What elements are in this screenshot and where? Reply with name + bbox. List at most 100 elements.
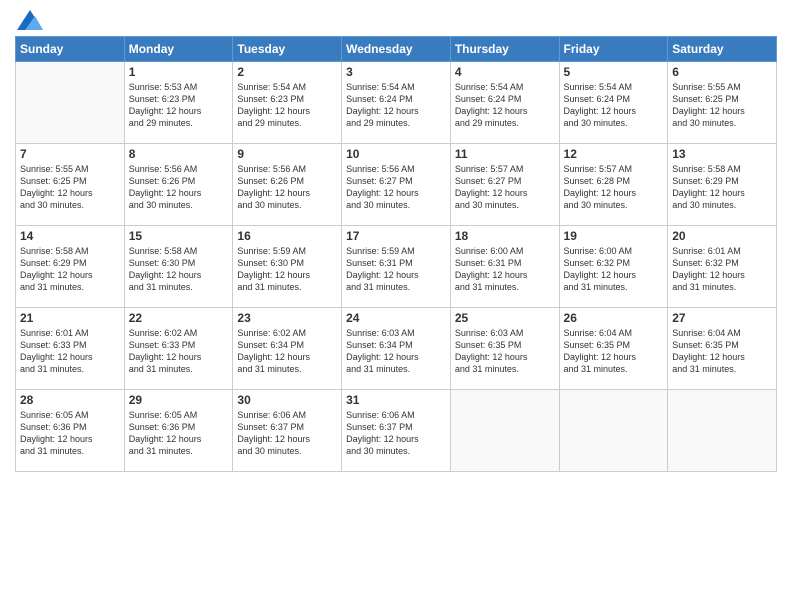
day-number: 1	[129, 65, 229, 79]
day-number: 10	[346, 147, 446, 161]
day-info: Sunrise: 6:01 AM Sunset: 6:33 PM Dayligh…	[20, 327, 120, 376]
day-info: Sunrise: 5:59 AM Sunset: 6:31 PM Dayligh…	[346, 245, 446, 294]
day-info: Sunrise: 6:05 AM Sunset: 6:36 PM Dayligh…	[129, 409, 229, 458]
day-number: 26	[564, 311, 664, 325]
day-number: 19	[564, 229, 664, 243]
day-info: Sunrise: 6:01 AM Sunset: 6:32 PM Dayligh…	[672, 245, 772, 294]
day-number: 3	[346, 65, 446, 79]
calendar-cell: 6 Sunrise: 5:55 AM Sunset: 6:25 PM Daylig…	[668, 62, 777, 144]
day-number: 6	[672, 65, 772, 79]
day-info: Sunrise: 6:05 AM Sunset: 6:36 PM Dayligh…	[20, 409, 120, 458]
day-number: 5	[564, 65, 664, 79]
day-header-thursday: Thursday	[450, 37, 559, 62]
day-info: Sunrise: 5:55 AM Sunset: 6:25 PM Dayligh…	[672, 81, 772, 130]
day-info: Sunrise: 5:59 AM Sunset: 6:30 PM Dayligh…	[237, 245, 337, 294]
day-number: 8	[129, 147, 229, 161]
day-number: 31	[346, 393, 446, 407]
day-number: 28	[20, 393, 120, 407]
calendar-cell: 12 Sunrise: 5:57 AM Sunset: 6:28 PM Dayli…	[559, 144, 668, 226]
day-info: Sunrise: 5:54 AM Sunset: 6:23 PM Dayligh…	[237, 81, 337, 130]
calendar-cell: 31 Sunrise: 6:06 AM Sunset: 6:37 PM Dayli…	[342, 390, 451, 472]
day-number: 23	[237, 311, 337, 325]
day-info: Sunrise: 5:54 AM Sunset: 6:24 PM Dayligh…	[564, 81, 664, 130]
day-header-monday: Monday	[124, 37, 233, 62]
calendar-cell: 21 Sunrise: 6:01 AM Sunset: 6:33 PM Dayli…	[16, 308, 125, 390]
calendar-cell: 10Sunrise: 5:56 AM Sunset: 6:27 PM Dayli…	[342, 144, 451, 226]
calendar-cell: 19Sunrise: 6:00 AM Sunset: 6:32 PM Dayli…	[559, 226, 668, 308]
header	[15, 10, 777, 30]
day-number: 21	[20, 311, 120, 325]
day-info: Sunrise: 5:58 AM Sunset: 6:29 PM Dayligh…	[20, 245, 120, 294]
calendar-cell: 29 Sunrise: 6:05 AM Sunset: 6:36 PM Dayli…	[124, 390, 233, 472]
calendar-cell: 5 Sunrise: 5:54 AM Sunset: 6:24 PM Daylig…	[559, 62, 668, 144]
calendar-cell: 17 Sunrise: 5:59 AM Sunset: 6:31 PM Dayli…	[342, 226, 451, 308]
day-info: Sunrise: 6:00 AM Sunset: 6:31 PM Dayligh…	[455, 245, 555, 294]
calendar-cell	[559, 390, 668, 472]
week-row-5: 28 Sunrise: 6:05 AM Sunset: 6:36 PM Dayli…	[16, 390, 777, 472]
day-info: Sunrise: 5:58 AM Sunset: 6:29 PM Dayligh…	[672, 163, 772, 212]
day-header-friday: Friday	[559, 37, 668, 62]
day-info: Sunrise: 6:02 AM Sunset: 6:33 PM Dayligh…	[129, 327, 229, 376]
day-info: Sunrise: 6:02 AM Sunset: 6:34 PM Dayligh…	[237, 327, 337, 376]
day-info: Sunrise: 5:57 AM Sunset: 6:28 PM Dayligh…	[564, 163, 664, 212]
day-info: Sunrise: 5:54 AM Sunset: 6:24 PM Dayligh…	[346, 81, 446, 130]
day-info: Sunrise: 6:04 AM Sunset: 6:35 PM Dayligh…	[564, 327, 664, 376]
page-container: SundayMondayTuesdayWednesdayThursdayFrid…	[0, 0, 792, 482]
day-number: 22	[129, 311, 229, 325]
day-number: 30	[237, 393, 337, 407]
day-info: Sunrise: 6:03 AM Sunset: 6:34 PM Dayligh…	[346, 327, 446, 376]
day-header-sunday: Sunday	[16, 37, 125, 62]
calendar-cell: 25 Sunrise: 6:03 AM Sunset: 6:35 PM Dayli…	[450, 308, 559, 390]
calendar-cell: 13Sunrise: 5:58 AM Sunset: 6:29 PM Dayli…	[668, 144, 777, 226]
calendar-cell: 4 Sunrise: 5:54 AM Sunset: 6:24 PM Daylig…	[450, 62, 559, 144]
day-number: 18	[455, 229, 555, 243]
day-number: 20	[672, 229, 772, 243]
day-number: 2	[237, 65, 337, 79]
calendar-cell: 8Sunrise: 5:56 AM Sunset: 6:26 PM Daylig…	[124, 144, 233, 226]
day-number: 17	[346, 229, 446, 243]
day-info: Sunrise: 5:56 AM Sunset: 6:26 PM Dayligh…	[237, 163, 337, 212]
calendar-header-row: SundayMondayTuesdayWednesdayThursdayFrid…	[16, 37, 777, 62]
day-number: 25	[455, 311, 555, 325]
day-number: 12	[564, 147, 664, 161]
day-number: 4	[455, 65, 555, 79]
day-number: 9	[237, 147, 337, 161]
calendar-cell: 3 Sunrise: 5:54 AM Sunset: 6:24 PM Daylig…	[342, 62, 451, 144]
day-number: 24	[346, 311, 446, 325]
week-row-4: 21 Sunrise: 6:01 AM Sunset: 6:33 PM Dayli…	[16, 308, 777, 390]
day-number: 7	[20, 147, 120, 161]
calendar-cell: 23 Sunrise: 6:02 AM Sunset: 6:34 PM Dayli…	[233, 308, 342, 390]
calendar-cell: 11 Sunrise: 5:57 AM Sunset: 6:27 PM Dayli…	[450, 144, 559, 226]
day-header-saturday: Saturday	[668, 37, 777, 62]
day-info: Sunrise: 5:57 AM Sunset: 6:27 PM Dayligh…	[455, 163, 555, 212]
day-number: 16	[237, 229, 337, 243]
logo-icon	[17, 10, 43, 30]
day-info: Sunrise: 6:03 AM Sunset: 6:35 PM Dayligh…	[455, 327, 555, 376]
week-row-2: 7 Sunrise: 5:55 AM Sunset: 6:25 PM Daylig…	[16, 144, 777, 226]
calendar-cell: 20 Sunrise: 6:01 AM Sunset: 6:32 PM Dayli…	[668, 226, 777, 308]
day-info: Sunrise: 6:06 AM Sunset: 6:37 PM Dayligh…	[237, 409, 337, 458]
calendar-cell: 16 Sunrise: 5:59 AM Sunset: 6:30 PM Dayli…	[233, 226, 342, 308]
day-header-wednesday: Wednesday	[342, 37, 451, 62]
day-header-tuesday: Tuesday	[233, 37, 342, 62]
day-number: 15	[129, 229, 229, 243]
day-info: Sunrise: 5:58 AM Sunset: 6:30 PM Dayligh…	[129, 245, 229, 294]
day-number: 27	[672, 311, 772, 325]
calendar-cell: 15 Sunrise: 5:58 AM Sunset: 6:30 PM Dayli…	[124, 226, 233, 308]
calendar-cell: 18 Sunrise: 6:00 AM Sunset: 6:31 PM Dayli…	[450, 226, 559, 308]
calendar-cell: 9 Sunrise: 5:56 AM Sunset: 6:26 PM Daylig…	[233, 144, 342, 226]
calendar-cell: 22 Sunrise: 6:02 AM Sunset: 6:33 PM Dayli…	[124, 308, 233, 390]
calendar-cell: 24 Sunrise: 6:03 AM Sunset: 6:34 PM Dayli…	[342, 308, 451, 390]
day-info: Sunrise: 5:55 AM Sunset: 6:25 PM Dayligh…	[20, 163, 120, 212]
day-number: 11	[455, 147, 555, 161]
calendar-cell	[16, 62, 125, 144]
day-info: Sunrise: 5:53 AM Sunset: 6:23 PM Dayligh…	[129, 81, 229, 130]
week-row-1: 1 Sunrise: 5:53 AM Sunset: 6:23 PM Daylig…	[16, 62, 777, 144]
day-number: 29	[129, 393, 229, 407]
day-number: 14	[20, 229, 120, 243]
logo	[15, 10, 43, 30]
day-info: Sunrise: 5:54 AM Sunset: 6:24 PM Dayligh…	[455, 81, 555, 130]
day-info: Sunrise: 6:06 AM Sunset: 6:37 PM Dayligh…	[346, 409, 446, 458]
calendar-cell: 14 Sunrise: 5:58 AM Sunset: 6:29 PM Dayli…	[16, 226, 125, 308]
calendar-cell	[668, 390, 777, 472]
